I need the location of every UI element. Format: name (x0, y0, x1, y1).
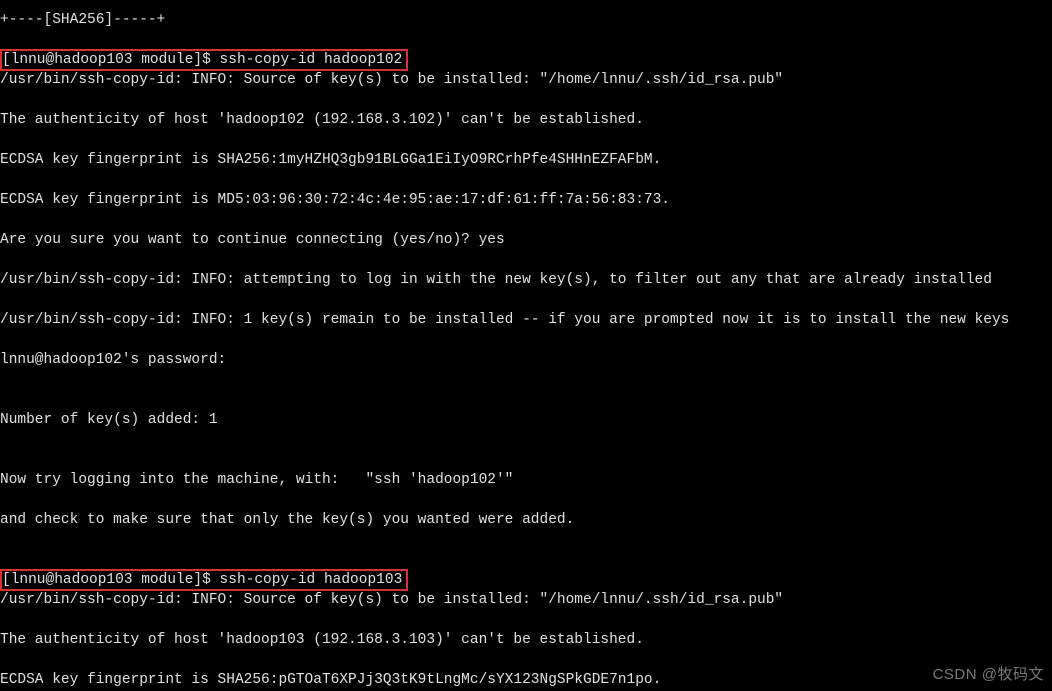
command-highlight-2: [lnnu@hadoop103 module]$ ssh-copy-id had… (0, 569, 408, 591)
output-line: ECDSA key fingerprint is SHA256:pGTOaT6X… (0, 670, 1052, 690)
output-line: /usr/bin/ssh-copy-id: INFO: attempting t… (0, 270, 1052, 290)
output-line: ECDSA key fingerprint is SHA256:1myHZHQ3… (0, 150, 1052, 170)
output-line: and check to make sure that only the key… (0, 510, 1052, 530)
output-line: lnnu@hadoop102's password: (0, 350, 1052, 370)
output-line: /usr/bin/ssh-copy-id: INFO: Source of ke… (0, 590, 1052, 610)
prompt-command-2: [lnnu@hadoop103 module]$ ssh-copy-id had… (2, 572, 402, 588)
output-line: The authenticity of host 'hadoop102 (192… (0, 110, 1052, 130)
output-line: /usr/bin/ssh-copy-id: INFO: Source of ke… (0, 70, 1052, 90)
watermark: CSDN @牧码文 (933, 665, 1044, 685)
output-line: /usr/bin/ssh-copy-id: INFO: 1 key(s) rem… (0, 310, 1052, 330)
output-line: Number of key(s) added: 1 (0, 410, 1052, 430)
command-highlight-1: [lnnu@hadoop103 module]$ ssh-copy-id had… (0, 49, 408, 71)
output-line: Are you sure you want to continue connec… (0, 230, 1052, 250)
truncated-header: +----[SHA256]-----+ (0, 10, 1052, 30)
terminal-output: +----[SHA256]-----+ [lnnu@hadoop103 modu… (0, 0, 1052, 691)
output-line: The authenticity of host 'hadoop103 (192… (0, 630, 1052, 650)
output-line: Now try logging into the machine, with: … (0, 470, 1052, 490)
prompt-command-1: [lnnu@hadoop103 module]$ ssh-copy-id had… (2, 52, 402, 68)
output-line: ECDSA key fingerprint is MD5:03:96:30:72… (0, 190, 1052, 210)
